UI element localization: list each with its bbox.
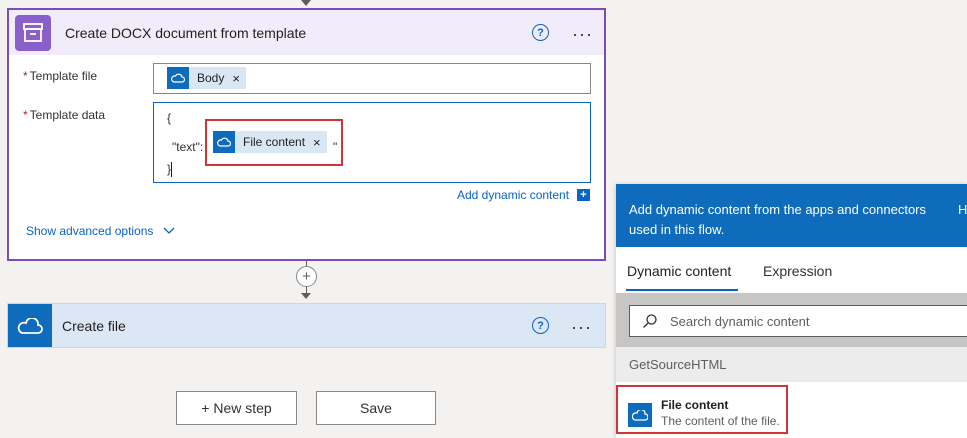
dynamic-panel-header-text: Add dynamic content from the apps and co… [629,202,927,237]
help-icon[interactable]: ? [532,24,549,41]
group-header-getsourcehtml: GetSourceHTML [616,347,967,382]
code-open-brace: { [167,111,172,125]
highlight-box [616,385,788,434]
docx-action-card[interactable]: Create DOCX document from template ? ···… [7,8,606,261]
dynamic-panel-header-cutoff: H [958,202,967,217]
search-placeholder: Search dynamic content [670,313,810,329]
tab-dynamic-content[interactable]: Dynamic content [627,263,731,279]
dynamic-panel-header: Add dynamic content from the apps and co… [616,184,967,247]
create-file-action-card[interactable]: Create file ? ··· [7,303,606,348]
text-caret [171,162,172,177]
help-icon[interactable]: ? [532,317,549,334]
docx-action-title: Create DOCX document from template [65,24,307,41]
chevron-down-icon [163,227,175,234]
insert-step-icon[interactable]: + [296,266,317,287]
dynamic-panel-tabs: Dynamic content Expression [616,247,967,293]
code-text-key: "text": [172,140,204,154]
template-data-label: * Template data [23,108,106,122]
arrow-down-icon [301,0,311,6]
search-dynamic-content-input[interactable]: Search dynamic content [629,305,967,337]
template-file-label: * Template file [23,69,98,83]
save-button[interactable]: Save [316,391,436,425]
onedrive-icon [8,304,52,347]
more-options-icon[interactable]: ··· [571,318,592,336]
add-dynamic-content-link[interactable]: Add dynamic content [457,188,569,202]
search-area: Search dynamic content [616,293,967,347]
onedrive-icon [213,131,235,153]
active-tab-underline [626,289,738,291]
create-file-title: Create file [62,317,126,334]
code-quote: " [333,140,338,154]
body-token[interactable]: Body × [167,67,246,89]
search-icon [643,314,657,328]
onedrive-icon [167,67,189,89]
more-options-icon[interactable]: ··· [572,25,593,43]
arrow-down-icon [301,293,311,299]
remove-token-icon[interactable]: × [313,135,321,150]
remove-token-icon[interactable]: × [232,71,240,86]
file-content-token[interactable]: File content × [213,131,327,153]
document-template-icon [15,14,51,51]
docx-action-header[interactable]: Create DOCX document from template ? ··· [9,10,604,55]
show-advanced-options-link[interactable]: Show advanced options [26,224,175,238]
new-step-button[interactable]: + New step [176,391,297,425]
add-dynamic-content-plus-icon[interactable]: + [577,189,590,201]
tab-expression[interactable]: Expression [763,263,832,279]
